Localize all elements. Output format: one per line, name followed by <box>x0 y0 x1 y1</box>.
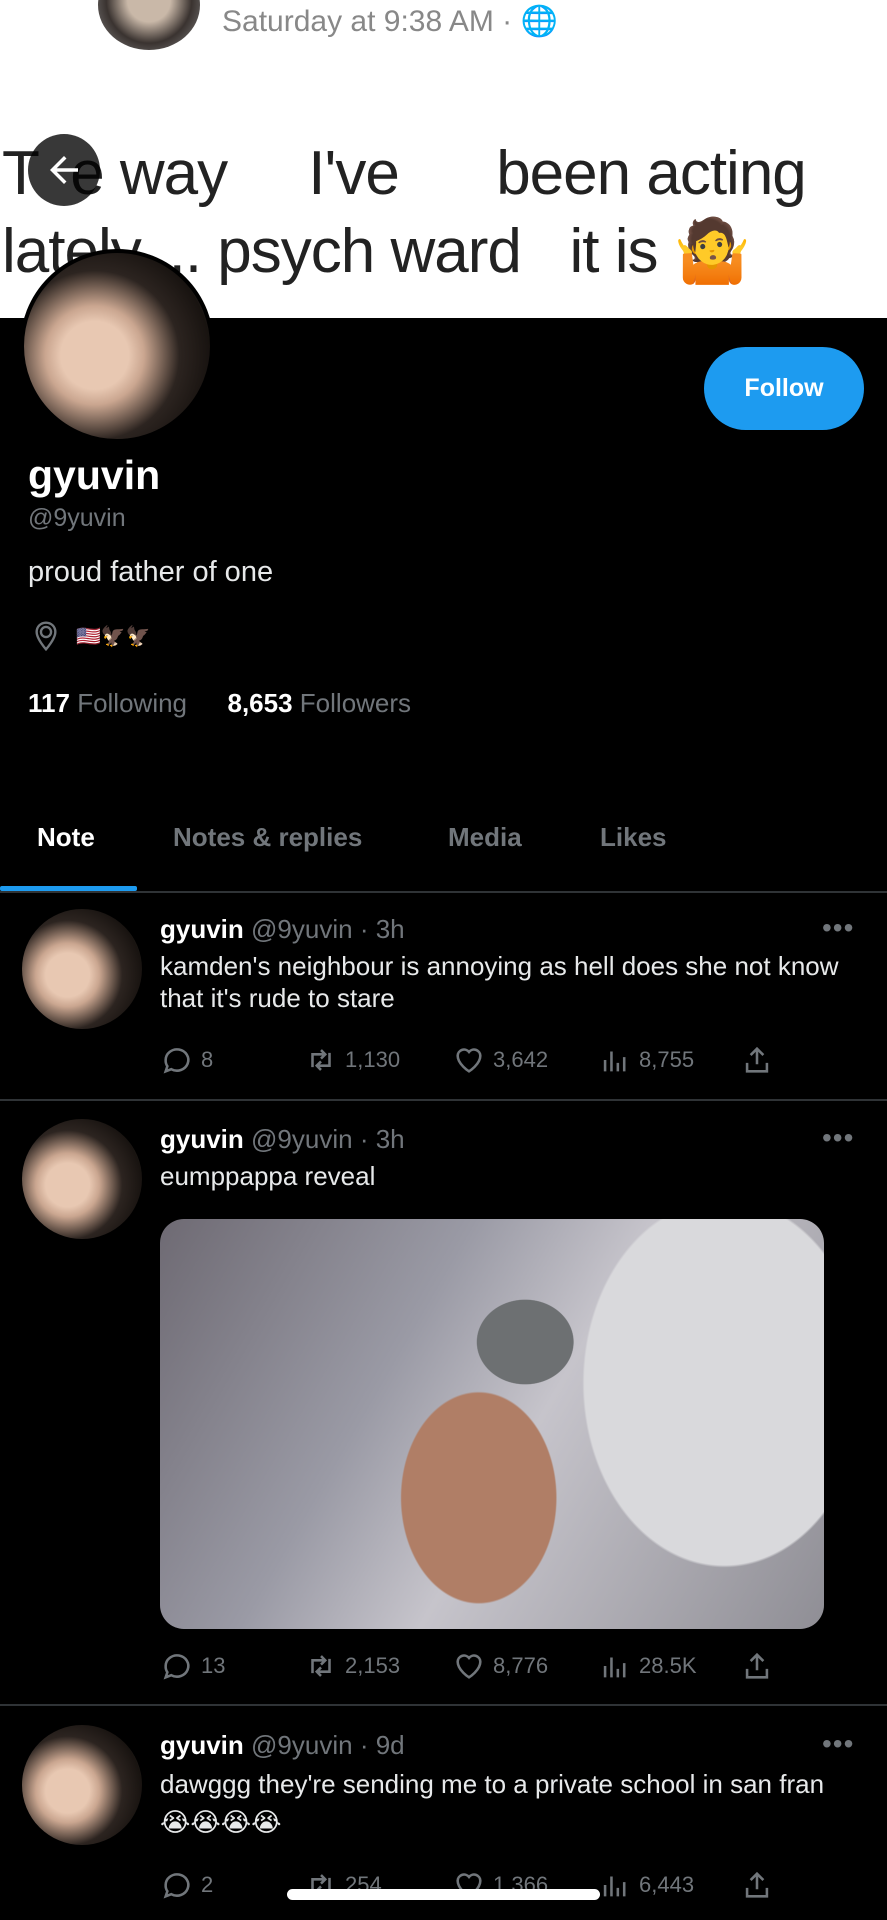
tweet-actions: 2 254 1,366 6,443 <box>160 1868 780 1908</box>
more-options-icon[interactable]: ••• <box>822 1728 854 1760</box>
tweet-header: gyuvin @9yuvin · 3h <box>160 1124 405 1155</box>
tabs-divider <box>0 891 887 893</box>
tweet-text: kamden's neighbour is annoying as hell d… <box>160 951 839 1013</box>
tweet-time: · 3h <box>359 1124 405 1154</box>
share-button[interactable] <box>740 1868 774 1902</box>
tweet-text: dawggg they're sending me to a private s… <box>160 1769 825 1837</box>
follow-stats: 117 Following 8,653 Followers <box>28 688 411 719</box>
home-indicator[interactable] <box>287 1889 600 1900</box>
tweet-avatar[interactable] <box>22 1119 142 1239</box>
tweet-author-name[interactable]: gyuvin <box>160 914 244 944</box>
user-handle: @9yuvin <box>28 504 126 532</box>
retweet-button[interactable]: 1,130 <box>304 1043 400 1077</box>
tweet-author-handle: @9yuvin <box>251 1124 353 1154</box>
like-button[interactable]: 8,776 <box>452 1649 548 1683</box>
tab-notes-replies[interactable]: Notes & replies <box>173 822 362 853</box>
location-row: 🇺🇸🦅🦅 <box>30 620 151 652</box>
views-count: 28.5K <box>639 1653 697 1678</box>
heart-icon <box>456 1048 482 1073</box>
retweet-count: 2,153 <box>345 1653 401 1678</box>
share-button[interactable] <box>740 1649 774 1683</box>
tab-note[interactable]: Note <box>37 822 95 853</box>
retweet-icon <box>311 1049 331 1071</box>
more-options-icon[interactable]: ••• <box>822 912 854 944</box>
more-options-icon[interactable]: ••• <box>822 1122 854 1154</box>
back-button[interactable] <box>28 134 100 206</box>
tweet-time: · 3h <box>359 914 405 944</box>
heart-icon <box>456 1654 482 1679</box>
reply-icon <box>163 1873 190 1899</box>
reply-button[interactable]: 2 <box>160 1868 213 1902</box>
views-button[interactable]: 6,443 <box>598 1868 694 1902</box>
arrow-left-icon <box>50 156 78 184</box>
follow-button[interactable]: Follow <box>704 347 864 430</box>
like-count: 8,776 <box>493 1653 549 1678</box>
tweet-author-handle: @9yuvin <box>251 1730 353 1760</box>
tweet-author-name[interactable]: gyuvin <box>160 1730 244 1760</box>
tweet-avatar[interactable] <box>22 1725 142 1845</box>
reply-icon <box>163 1654 190 1680</box>
tweet-author-handle: @9yuvin <box>251 914 353 944</box>
views-count: 8,755 <box>639 1047 695 1072</box>
tweet-time: · 9d <box>359 1730 405 1760</box>
tweet-media-image[interactable] <box>160 1219 824 1629</box>
tab-likes[interactable]: Likes <box>600 822 667 853</box>
reply-button[interactable]: 8 <box>160 1043 213 1077</box>
views-button[interactable]: 8,755 <box>598 1043 694 1077</box>
views-chart-icon <box>603 1657 626 1678</box>
reply-button[interactable]: 13 <box>160 1649 225 1683</box>
tweet-header: gyuvin @9yuvin · 9d <box>160 1730 405 1761</box>
tweet-text: eumppappa reveal <box>160 1161 376 1191</box>
profile-avatar[interactable] <box>20 249 214 443</box>
banner-avatar <box>98 0 200 50</box>
share-icon <box>745 1871 769 1898</box>
share-button[interactable] <box>740 1043 774 1077</box>
tweet-actions: 13 2,153 8,776 28.5K <box>160 1649 780 1689</box>
retweet-count: 1,130 <box>345 1047 401 1072</box>
reply-count: 2 <box>201 1872 214 1897</box>
views-button[interactable]: 28.5K <box>598 1649 697 1683</box>
banner-timestamp: Saturday at 9:38 AM · 🌐 <box>222 5 558 38</box>
retweet-icon <box>311 1655 331 1677</box>
reply-icon <box>163 1048 190 1074</box>
reply-count: 13 <box>201 1653 226 1678</box>
views-count: 6,443 <box>639 1872 695 1897</box>
followers-link[interactable]: 8,653 Followers <box>227 688 411 718</box>
like-count: 3,642 <box>493 1047 549 1072</box>
tweet-actions: 8 1,130 3,642 8,755 <box>160 1043 780 1083</box>
location-text: 🇺🇸🦅🦅 <box>76 625 151 648</box>
tweet-divider <box>0 1099 887 1101</box>
display-name: gyuvin <box>28 452 161 498</box>
reply-count: 8 <box>201 1047 214 1072</box>
tweet-header: gyuvin @9yuvin · 3h <box>160 914 405 945</box>
like-button[interactable]: 3,642 <box>452 1043 548 1077</box>
share-icon <box>745 1652 769 1679</box>
tweet-author-name[interactable]: gyuvin <box>160 1124 244 1154</box>
views-chart-icon <box>603 1051 626 1072</box>
tweet-avatar[interactable] <box>22 909 142 1029</box>
retweet-button[interactable]: 2,153 <box>304 1649 400 1683</box>
bio: proud father of one <box>28 556 274 588</box>
tab-media[interactable]: Media <box>448 822 522 853</box>
globe-icon: 🌐 <box>520 5 558 38</box>
share-icon <box>745 1046 769 1073</box>
profile-tabs: Note Notes & replies Media Likes <box>0 800 887 892</box>
tweet-divider <box>0 1704 887 1706</box>
location-pin-icon <box>35 621 57 652</box>
views-chart-icon <box>603 1876 626 1897</box>
following-link[interactable]: 117 Following <box>28 688 187 718</box>
